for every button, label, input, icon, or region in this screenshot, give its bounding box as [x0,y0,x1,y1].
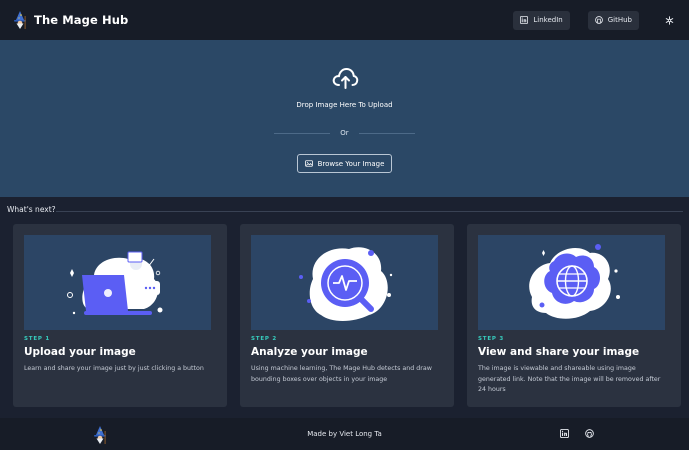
divider-line [358,132,415,134]
linkedin-icon [520,16,529,24]
step-label: STEP 2 [251,336,278,342]
footer: Made by Viet Long Ta [0,418,689,450]
github-button[interactable]: GitHub [587,10,639,30]
cloud-upload-icon [332,68,358,89]
browse-image-button[interactable]: Browse Your Image [296,154,393,173]
step-card-analyze: STEP 2 Analyze your image Using machine … [240,224,454,407]
github-label: GitHub [607,16,632,24]
browse-label: Browse Your Image [317,159,385,168]
laptop-upload-illustration [24,235,211,330]
globe-share-illustration [478,235,665,330]
card-title: View and share your image [478,346,640,358]
wizard-icon [14,11,26,29]
step-label: STEP 1 [24,336,51,342]
app-title: The Mage Hub [34,13,129,27]
upload-dropzone[interactable]: Drop Image Here To Upload Or Browse Your… [0,40,689,197]
section-divider [56,211,683,212]
image-icon [304,160,313,167]
or-text: Or [340,129,349,137]
card-description: Learn and share your image just by just … [24,365,204,372]
github-icon[interactable] [585,429,594,438]
divider-line [274,132,331,134]
theme-toggle-button[interactable] [661,12,677,28]
drop-hint: Drop Image Here To Upload [296,101,393,109]
linkedin-label: LinkedIn [533,16,563,24]
step-label: STEP 3 [478,336,505,342]
card-title: Upload your image [24,346,136,358]
brand[interactable]: The Mage Hub [12,11,128,29]
magnifier-analysis-illustration [251,235,438,330]
card-description: Using machine learning, The Mage Hub det… [251,365,432,383]
card-title: Analyze your image [251,346,368,358]
card-description: The image is viewable and shareable usin… [478,365,661,393]
linkedin-icon[interactable] [560,429,569,438]
snowflake-icon [665,15,673,25]
top-navbar: The Mage Hub LinkedIn GitHub [0,0,689,40]
step-card-upload: STEP 1 Upload your image Learn and share… [13,224,227,407]
linkedin-button[interactable]: LinkedIn [513,10,570,30]
or-divider: Or [274,129,415,137]
step-card-share: STEP 3 View and share your image The ima… [467,224,681,407]
github-icon [594,16,603,24]
section-title: What's next? [7,205,56,214]
